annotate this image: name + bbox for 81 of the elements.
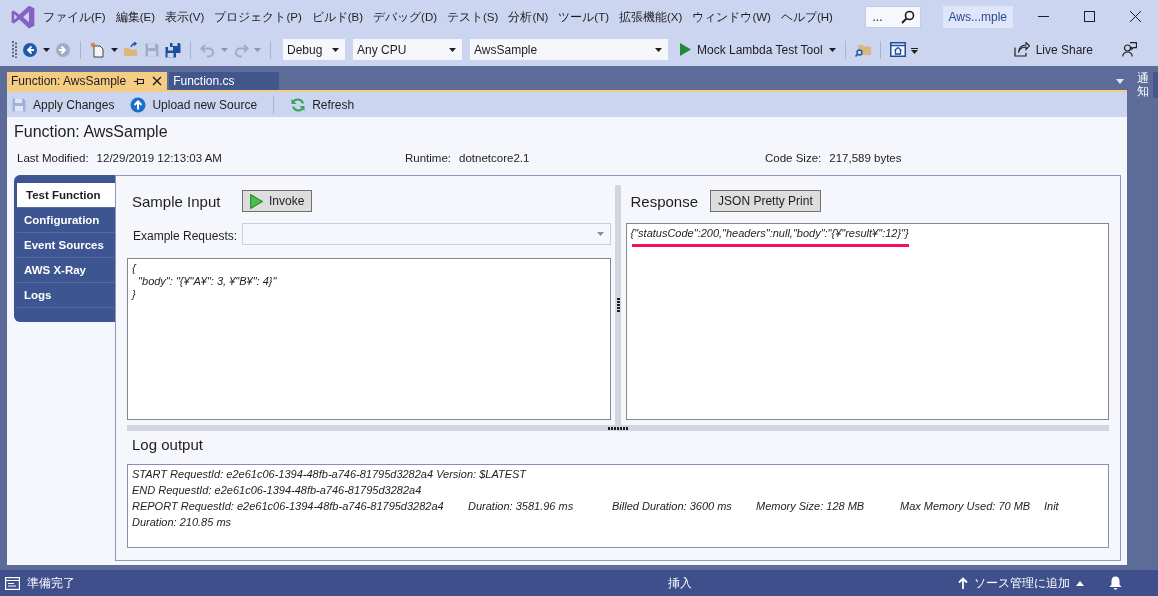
menu-item[interactable]: 表示(V) xyxy=(160,5,210,28)
home-icon[interactable] xyxy=(889,42,906,57)
toolbar-button[interactable]: Apply Changes xyxy=(11,96,115,113)
maximize-icon[interactable] xyxy=(1083,11,1095,22)
sample-input-title: Sample Input xyxy=(131,192,222,210)
bell-icon[interactable] xyxy=(1109,576,1122,590)
caret-icon[interactable] xyxy=(43,47,50,52)
caret-icon[interactable] xyxy=(828,47,836,52)
status-message: 準備完了 xyxy=(27,574,75,592)
detail-label: Last Modified: xyxy=(17,151,89,166)
save-all-icon[interactable] xyxy=(165,41,181,58)
menu-item[interactable]: 拡張機能(X) xyxy=(614,5,688,28)
startup-project-dropdown[interactable]: AwsSample xyxy=(470,39,668,60)
toolbar-grip-icon xyxy=(12,41,17,58)
pin-icon[interactable] xyxy=(134,76,145,86)
minimize-icon[interactable] xyxy=(1037,16,1049,17)
side-panel-tab[interactable]: 通知 xyxy=(1129,72,1158,99)
share-icon xyxy=(1013,42,1030,57)
app-logo-icon xyxy=(10,3,36,30)
response-field[interactable]: {"statusCode":200,"headers":null,"body":"{¥"result¥":12}"} xyxy=(625,223,1109,420)
invoke-button[interactable]: Invoke xyxy=(242,190,313,212)
configuration-dropdown[interactable]: Debug xyxy=(283,39,345,60)
menu-item[interactable]: ビルド(B) xyxy=(306,5,369,28)
function-title: Function: AwsSample xyxy=(14,122,168,142)
menu-item[interactable]: ファイル(F) xyxy=(38,5,111,28)
caret-icon[interactable] xyxy=(332,47,339,52)
refresh-icon xyxy=(290,96,307,113)
back-icon[interactable] xyxy=(22,41,38,58)
menu-item[interactable]: ツール(T) xyxy=(553,5,615,28)
close-icon[interactable] xyxy=(1129,11,1141,22)
platform-dropdown[interactable]: Any CPU xyxy=(353,39,462,60)
side-tab[interactable]: Test Function xyxy=(17,183,115,208)
sample-input-field[interactable]: { "body": "{¥"A¥": 3, ¥"B¥": 4}" } xyxy=(127,258,611,420)
window-title: Aws...mple xyxy=(942,5,1013,28)
response-title: Response xyxy=(629,192,699,210)
log-output-title: Log output xyxy=(131,435,203,453)
toolbar-button[interactable]: Refresh xyxy=(290,96,355,113)
search-field[interactable]: ... xyxy=(864,5,921,28)
close-icon[interactable] xyxy=(152,76,163,86)
grip-icon xyxy=(608,426,628,430)
menu-item[interactable]: 分析(N) xyxy=(503,5,554,28)
document-tab[interactable]: Function.cs xyxy=(169,72,279,90)
feedback-icon[interactable] xyxy=(1122,42,1137,57)
tab-list-caret-icon[interactable] xyxy=(1116,78,1124,84)
splitter[interactable] xyxy=(615,185,621,425)
caret-icon xyxy=(596,232,604,236)
save-icon xyxy=(11,96,27,113)
live-share-button[interactable]: Live Share xyxy=(1013,42,1093,57)
log-output-field[interactable]: START RequestId: e2e61c06-1394-48fb-a746-81795d3282a4 Version: $LATEST END RequestId: e2e61c06-1394-48fb-a746-81795d3282a4 REPORT RequestId: e2e61c06-1394-48fb-a746-81795d3282a4 Duration: 3581.96 ms Billed Duration: 3600 ms Memory Size: 128 MB Max Memory Used: 70 MB Init Duration: 210.85 ms xyxy=(127,464,1109,548)
caret-up-icon xyxy=(1076,580,1084,586)
detail-value: 217,589 bytes xyxy=(829,151,902,166)
window-icon xyxy=(5,576,20,590)
detail-label: Code Size: xyxy=(765,151,822,166)
search-icon xyxy=(900,9,915,24)
overflow-icon[interactable] xyxy=(910,45,918,54)
arrow-up-icon xyxy=(958,577,968,589)
caret-icon[interactable] xyxy=(111,47,118,52)
json-pretty-print-button[interactable]: JSON Pretty Print xyxy=(710,190,821,212)
grip-icon xyxy=(616,297,620,313)
caret-icon[interactable] xyxy=(655,47,662,52)
detail-value: 12/29/2019 12:13:03 AM xyxy=(96,151,222,166)
new-document-icon[interactable] xyxy=(90,41,106,58)
folder-icon[interactable] xyxy=(123,41,139,58)
menu-item[interactable]: プロジェクト(P) xyxy=(209,5,307,28)
run-button[interactable]: Mock Lambda Test Tool xyxy=(680,42,836,57)
menu-item[interactable]: デバッグ(D) xyxy=(368,5,443,28)
example-requests-label: Example Requests: xyxy=(132,228,239,245)
toolbar-button[interactable]: Upload new Source xyxy=(130,96,258,113)
detail-value: dotnetcore2.1 xyxy=(459,151,530,166)
play-icon xyxy=(680,43,691,56)
menu-item[interactable]: テスト(S) xyxy=(442,5,504,28)
play-icon xyxy=(250,193,263,209)
source-control-button[interactable]: ソース管理に追加 xyxy=(958,574,1084,592)
upload-icon xyxy=(130,96,147,113)
document-tab[interactable]: Function: AwsSample xyxy=(7,72,168,90)
menu-item[interactable]: 編集(E) xyxy=(110,5,161,28)
caret-icon[interactable] xyxy=(449,47,456,52)
menu-item[interactable]: ヘルプ(H) xyxy=(775,5,838,28)
insert-mode-indicator: 挿入 xyxy=(668,574,692,592)
detail-label: Runtime: xyxy=(405,151,452,166)
menu-item[interactable]: ウィンドウ(W) xyxy=(687,5,776,28)
